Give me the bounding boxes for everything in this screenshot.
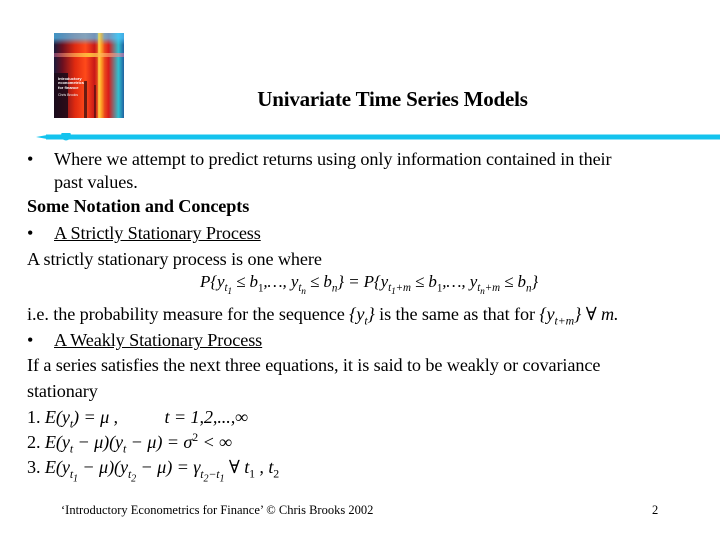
equation-2: 2. E(yt − μ)(yt − μ) = σ2 < ∞ [27,429,232,456]
strict-definition: A strictly stationary process is one whe… [27,249,322,269]
equation-3: 3. E(yt1 − μ)(yt2 − μ) = γt2−t1 ∀ t1 , t… [27,456,280,484]
ie-text: m. [596,304,619,324]
sequence-yt-plus-m: {yt+m} [539,304,582,328]
rule-bar [46,134,720,140]
equation-3-quantifier: ∀ t1 , t2 [228,457,280,481]
ie-text: i.e. the probability measure for the seq… [27,304,350,324]
bullet-heading-strict: A Strictly Stationary Process [54,223,261,243]
equation-1: 1. E(yt) = μ , t = 1,2,...,∞ [27,406,249,431]
title-rule [36,133,720,141]
equation-1-range: t = 1,2,...,∞ [164,407,249,427]
equation-number: 1. [27,407,41,427]
forall-icon: ∀ [585,304,597,324]
bullet-item: • A Strictly Stationary Process [27,222,261,244]
equation-2-expr: E(yt − μ)(yt − μ) = σ2 < ∞ [44,429,232,456]
slide-title: Univariate Time Series Models [257,87,528,111]
bullet-icon: • [27,330,34,350]
ie-statement: i.e. the probability measure for the seq… [27,303,619,328]
page-number: 2 [652,503,659,517]
equation-1-expr: E(yt) = μ , [44,407,118,431]
bullet-text-continued: past values. [54,172,138,192]
bullet-text: Where we attempt to predict returns usin… [54,149,612,169]
equation-number: 3. [27,457,41,477]
footer-citation: ‘Introductory Econometrics for Finance’ … [61,503,374,517]
ie-text: is the same as that for [374,304,540,324]
equation-number: 2. [27,432,41,452]
bullet-icon: • [27,223,34,243]
bullet-heading-weak: A Weakly Stationary Process [54,330,263,350]
equation-strict-stationarity: P{yt1 ≤ b1,…, ytn ≤ bn} = P{yt1+m ≤ b1,…… [200,272,539,298]
cover-light-bar [54,53,124,57]
sequence-yt: {yt} [349,304,375,328]
bullet-item: • Where we attempt to predict returns usi… [27,148,612,170]
weak-definition-continued: stationary [27,381,98,401]
weak-definition: If a series satisfies the next three equ… [27,355,601,375]
section-heading: Some Notation and Concepts [27,196,250,216]
bullet-item: • A Weakly Stationary Process [27,329,262,351]
equation-3-expr: E(yt1 − μ)(yt2 − μ) = γt2−t1 [44,457,225,484]
bullet-icon: • [27,149,34,169]
